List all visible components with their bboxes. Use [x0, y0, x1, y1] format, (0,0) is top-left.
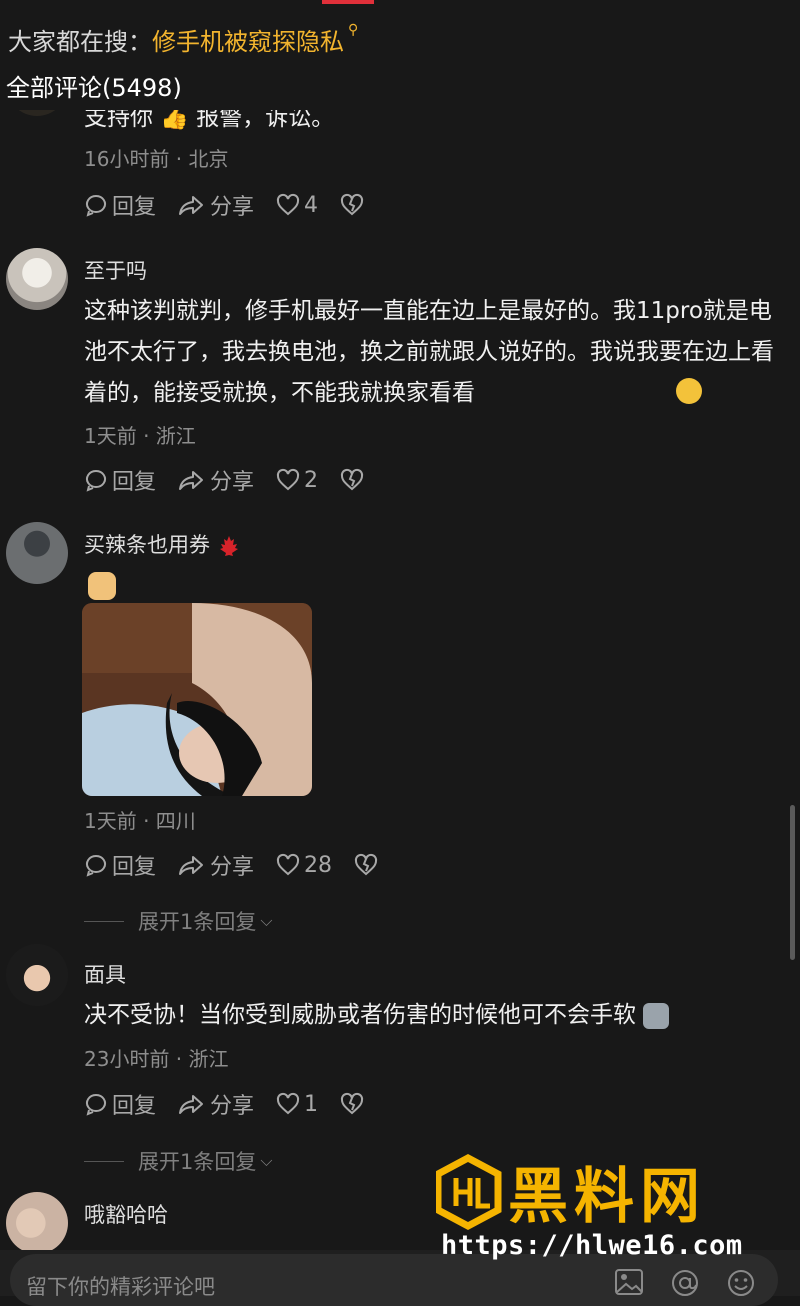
comment-meta: 1天前 · 四川 [84, 809, 196, 833]
avatar[interactable] [6, 522, 68, 584]
like-count: 28 [304, 852, 333, 878]
dislike-button[interactable] [340, 193, 368, 217]
comment-icon [86, 470, 106, 492]
tab-indicator [322, 0, 374, 4]
maple-leaf-icon [219, 536, 238, 558]
expand-replies-button[interactable]: 展开1条回复 ⌵ [84, 1146, 273, 1176]
comment-input-placeholder: 留下你的精彩评论吧 [26, 1275, 215, 1299]
share-label: 分享 [210, 195, 255, 220]
comment-actions: 回复 分享 4 [84, 190, 390, 220]
broken-heart-icon [340, 468, 364, 491]
chevron-down-icon: ⌵ [260, 1151, 273, 1170]
like-button[interactable]: 1 [276, 1092, 318, 1117]
reply-label: 回复 [112, 195, 157, 220]
share-icon [179, 196, 204, 215]
trending-search[interactable]: 大家都在搜：修手机被窥探隐私 ⚲ [8, 22, 358, 57]
reply-label: 回复 [112, 1094, 157, 1119]
heart-icon [276, 853, 300, 876]
reply-button[interactable]: 回复 [84, 849, 156, 881]
share-button[interactable]: 分享 [178, 464, 254, 496]
username-label: 买辣条也用券 [84, 533, 210, 557]
dislike-button[interactable] [340, 468, 368, 492]
broken-heart-icon [340, 1092, 364, 1115]
expand-label: 展开1条回复 [138, 910, 257, 934]
comment-meta: 1天前 · 浙江 [84, 424, 196, 448]
comment-actions: 回复 分享 2 [84, 465, 390, 495]
like-button[interactable]: 28 [276, 853, 332, 878]
comment-meta: 16小时前 · 北京 [84, 147, 229, 171]
heart-icon [276, 193, 300, 216]
like-count: 1 [304, 1091, 319, 1117]
like-button[interactable]: 4 [276, 193, 318, 218]
like-button[interactable]: 2 [276, 468, 318, 493]
comment-actions: 回复 分享 1 [84, 1089, 390, 1119]
heart-icon [276, 1092, 300, 1115]
expand-label: 展开1条回复 [138, 1150, 257, 1174]
avatar[interactable] [6, 248, 68, 310]
reply-button[interactable]: 回复 [84, 464, 156, 496]
share-button[interactable]: 分享 [178, 849, 254, 881]
share-label: 分享 [210, 1094, 255, 1119]
emoji-icon[interactable] [726, 1268, 756, 1298]
reply-button[interactable]: 回复 [84, 189, 156, 221]
expand-replies-button[interactable]: 展开1条回复 ⌵ [84, 906, 273, 936]
watermark-name: 黑料网 [508, 1162, 706, 1232]
comment-text-body: 决不受协！当你受到威胁或者伤害的时候他可不会手软 [84, 1002, 636, 1028]
dislike-button[interactable] [340, 1092, 368, 1116]
like-count: 2 [304, 467, 319, 493]
comment-icon [86, 855, 106, 877]
search-icon: ⚲ [348, 22, 359, 38]
wolf-emoji [643, 1002, 670, 1029]
avatar[interactable] [6, 1192, 68, 1254]
like-count: 4 [304, 192, 319, 218]
divider [84, 1160, 124, 1162]
comment-image[interactable] [82, 603, 312, 796]
share-icon [179, 856, 204, 875]
reply-label: 回复 [112, 470, 157, 495]
comment-username[interactable]: 面具 [84, 959, 126, 989]
comment-actions: 回复 分享 28 [84, 850, 404, 880]
comment-icon [86, 1094, 106, 1116]
share-icon [179, 1095, 204, 1114]
share-label: 分享 [210, 470, 255, 495]
dislike-button[interactable] [354, 853, 382, 877]
share-button[interactable]: 分享 [178, 1088, 254, 1120]
trending-prefix: 大家都在搜： [8, 28, 152, 56]
share-icon [179, 471, 204, 490]
reply-label: 回复 [112, 855, 157, 880]
comment-username[interactable]: 至于吗 [84, 255, 147, 285]
comment-username[interactable]: 哦豁哈哈 [84, 1199, 168, 1229]
scrollbar[interactable] [790, 805, 795, 960]
broken-heart-icon [354, 853, 378, 876]
cat-emoji [88, 572, 116, 600]
watermark-url: https://hlwe16.com [441, 1230, 743, 1261]
image-icon[interactable] [614, 1268, 644, 1296]
divider [84, 920, 124, 922]
share-button[interactable]: 分享 [178, 189, 254, 221]
heart-icon [276, 468, 300, 491]
chevron-down-icon: ⌵ [260, 911, 273, 930]
at-icon[interactable] [670, 1268, 700, 1298]
avatar[interactable] [6, 944, 68, 1006]
comment-username[interactable]: 买辣条也用券 [84, 529, 241, 559]
broken-heart-icon [340, 193, 364, 216]
hl-logo-icon [436, 1154, 502, 1230]
comment-icon [86, 195, 106, 217]
reply-button[interactable]: 回复 [84, 1088, 156, 1120]
share-label: 分享 [210, 855, 255, 880]
all-comments-title: 全部评论(5498) [6, 74, 182, 102]
emoji-sticker [676, 378, 702, 404]
comment-meta: 23小时前 · 浙江 [84, 1047, 229, 1071]
comment-text: 决不受协！当你受到威胁或者伤害的时候他可不会手软 [84, 995, 784, 1036]
top-header: 大家都在搜：修手机被窥探隐私 ⚲ 全部评论(5498) [0, 0, 800, 110]
trending-query[interactable]: 修手机被窥探隐私 [152, 28, 344, 56]
